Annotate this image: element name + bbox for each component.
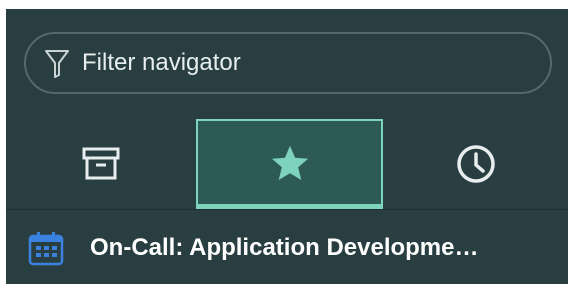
favorite-item[interactable]: On-Call: Application Developme… [6, 221, 568, 277]
tab-all-applications[interactable] [6, 119, 196, 209]
tabs-divider [6, 209, 568, 210]
star-icon [271, 145, 308, 180]
calendar-icon [28, 232, 64, 266]
tab-history[interactable] [383, 119, 568, 209]
filter-navigator-field[interactable] [24, 32, 552, 94]
archive-box-icon [82, 147, 120, 180]
navigator-panel: On-Call: Application Developme… [6, 9, 568, 284]
tab-favorites[interactable] [196, 119, 383, 209]
clock-icon [456, 145, 495, 183]
filter-icon [45, 50, 69, 78]
filter-navigator-input[interactable] [82, 34, 530, 92]
navigator-tabs [6, 119, 568, 209]
favorite-item-label: On-Call: Application Developme… [90, 234, 479, 261]
